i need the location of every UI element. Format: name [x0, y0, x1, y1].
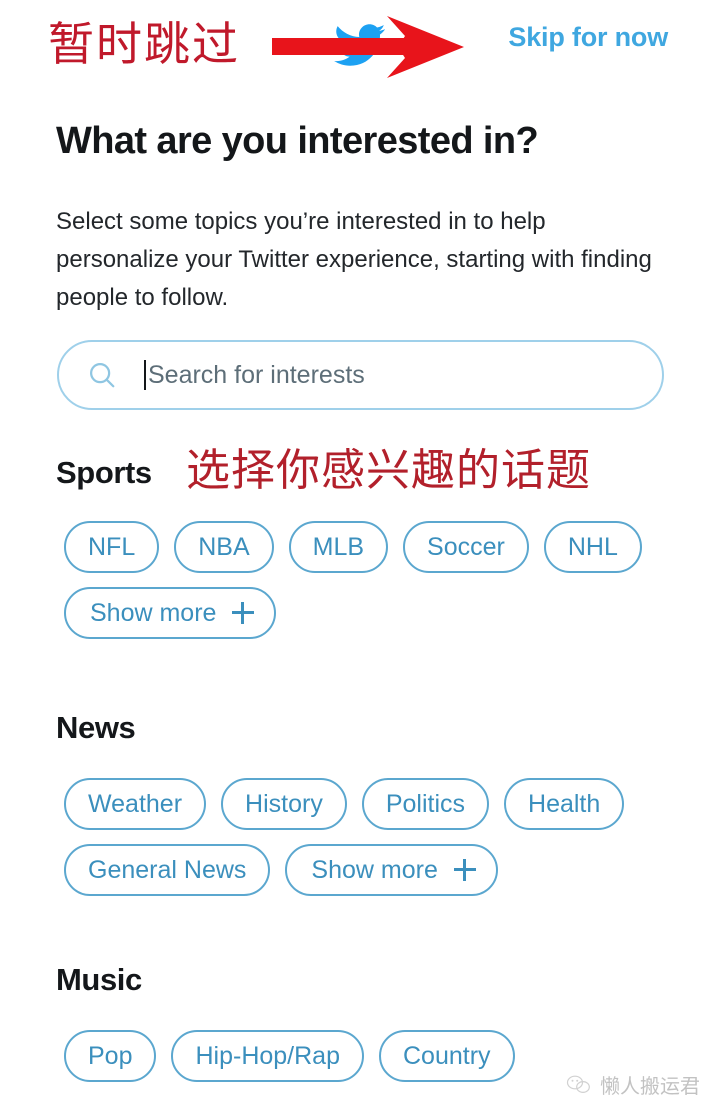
interest-chip-general-news[interactable]: General News	[64, 844, 270, 896]
interest-chip-weather[interactable]: Weather	[64, 778, 206, 830]
interest-chip-history[interactable]: History	[221, 778, 347, 830]
page-title: What are you interested in?	[56, 120, 538, 163]
top-bar: 暂时跳过 Skip for now	[0, 0, 720, 92]
twitter-interests-onboarding-screen: 暂时跳过 Skip for now What are you intereste…	[0, 0, 720, 1113]
chip-group-news: Weather History Politics Health General …	[64, 778, 704, 896]
show-more-label: Show more	[311, 856, 437, 885]
interest-chip-nfl[interactable]: NFL	[64, 521, 159, 573]
search-placeholder: Search for interests	[148, 361, 365, 390]
text-cursor	[144, 360, 146, 390]
interest-chip-politics[interactable]: Politics	[362, 778, 489, 830]
watermark: 懒人搬运君	[566, 1070, 700, 1099]
annotation-pick-topics-chinese: 选择你感兴趣的话题	[186, 434, 591, 498]
section-title-news: News	[56, 710, 135, 746]
interest-chip-nhl[interactable]: NHL	[544, 521, 642, 573]
search-input[interactable]: Search for interests	[57, 340, 664, 410]
interest-chip-soccer[interactable]: Soccer	[403, 521, 529, 573]
show-more-label: Show more	[90, 599, 216, 628]
chip-group-sports: NFL NBA MLB Soccer NHL Show more	[64, 521, 704, 639]
skip-for-now-button[interactable]: Skip for now	[508, 22, 668, 53]
plus-icon	[454, 859, 476, 881]
interest-chip-country[interactable]: Country	[379, 1030, 515, 1082]
watermark-text: 懒人搬运君	[600, 1070, 700, 1099]
interest-chip-hiphop-rap[interactable]: Hip-Hop/Rap	[171, 1030, 364, 1082]
page-subtitle: Select some topics you’re interested in …	[56, 203, 671, 317]
red-right-arrow-annotation-icon	[272, 14, 472, 80]
show-more-sports-button[interactable]: Show more	[64, 587, 276, 639]
interest-chip-pop[interactable]: Pop	[64, 1030, 156, 1082]
interest-chip-health[interactable]: Health	[504, 778, 624, 830]
annotation-skip-chinese: 暂时跳过	[48, 8, 240, 74]
show-more-news-button[interactable]: Show more	[285, 844, 497, 896]
search-icon	[87, 360, 117, 390]
section-title-music: Music	[56, 962, 142, 998]
section-title-sports: Sports	[56, 455, 152, 491]
wechat-icon	[566, 1074, 592, 1096]
plus-icon	[232, 602, 254, 624]
interest-chip-nba[interactable]: NBA	[174, 521, 273, 573]
interest-chip-mlb[interactable]: MLB	[289, 521, 388, 573]
